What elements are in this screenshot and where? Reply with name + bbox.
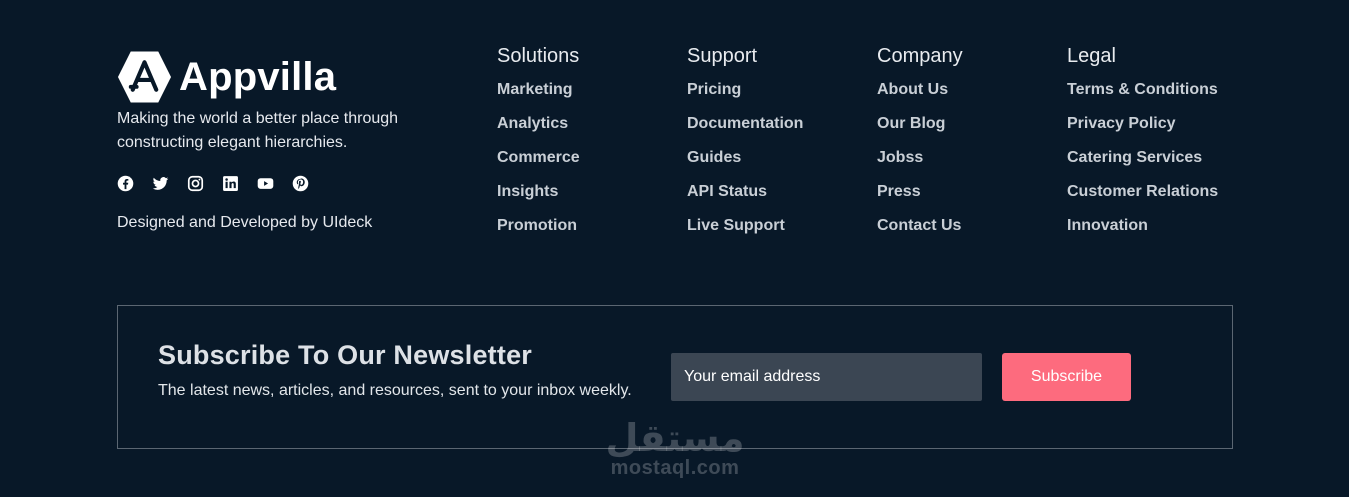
- facebook-icon[interactable]: [117, 175, 134, 192]
- newsletter-subtitle: The latest news, articles, and resources…: [158, 382, 632, 399]
- footer-link-innovation[interactable]: Innovation: [1067, 217, 1148, 235]
- instagram-icon[interactable]: [187, 175, 204, 192]
- watermark-latin: mostaql.com: [610, 457, 740, 479]
- footer-link-marketing[interactable]: Marketing: [497, 81, 573, 99]
- footer-link-live-support[interactable]: Live Support: [687, 217, 785, 235]
- column-heading: Legal: [1067, 45, 1116, 67]
- footer-column-legal: Legal Terms & Conditions Privacy Policy …: [1067, 44, 1247, 251]
- subscribe-button[interactable]: Subscribe: [1002, 353, 1131, 401]
- email-field[interactable]: [671, 353, 982, 401]
- footer-link-promotion[interactable]: Promotion: [497, 217, 577, 235]
- footer-link-pricing[interactable]: Pricing: [687, 81, 741, 99]
- footer-link-privacy-policy[interactable]: Privacy Policy: [1067, 115, 1176, 133]
- pinterest-icon[interactable]: [292, 175, 309, 192]
- footer-link-terms[interactable]: Terms & Conditions: [1067, 81, 1218, 99]
- footer-link-press[interactable]: Press: [877, 183, 921, 201]
- footer-link-catering-services[interactable]: Catering Services: [1067, 149, 1202, 167]
- footer-link-contact-us[interactable]: Contact Us: [877, 217, 961, 235]
- footer-link-documentation[interactable]: Documentation: [687, 115, 803, 133]
- column-heading: Company: [877, 45, 963, 67]
- watermark: مستقل mostaql.com: [604, 418, 746, 488]
- appvilla-logo-icon: [117, 51, 172, 103]
- footer-column-company: Company About Us Our Blog Jobss Press Co…: [877, 44, 1057, 251]
- footer-link-commerce[interactable]: Commerce: [497, 149, 580, 167]
- footer-link-our-blog[interactable]: Our Blog: [877, 115, 945, 133]
- credit-text: Designed and Developed by UIdeck: [117, 214, 373, 231]
- brand-name: Appvilla: [179, 55, 337, 99]
- footer-link-jobs[interactable]: Jobss: [877, 149, 923, 167]
- linkedin-icon[interactable]: [222, 175, 239, 192]
- site-footer: Appvilla Making the world a better place…: [0, 0, 1349, 497]
- brand-tagline: Making the world a better place through …: [117, 110, 399, 151]
- footer-link-analytics[interactable]: Analytics: [497, 115, 568, 133]
- footer-column-support: Support Pricing Documentation Guides API…: [687, 44, 867, 251]
- social-links: [117, 174, 447, 192]
- youtube-icon[interactable]: [257, 175, 274, 192]
- logo[interactable]: Appvilla: [117, 50, 447, 104]
- column-heading: Solutions: [497, 45, 580, 67]
- footer-link-insights[interactable]: Insights: [497, 183, 558, 201]
- footer-link-guides[interactable]: Guides: [687, 149, 741, 167]
- column-heading: Support: [687, 45, 758, 67]
- footer-link-customer-relations[interactable]: Customer Relations: [1067, 183, 1218, 201]
- brand-column: Appvilla Making the world a better place…: [117, 50, 447, 232]
- footer-link-about-us[interactable]: About Us: [877, 81, 948, 99]
- footer-column-solutions: Solutions Marketing Analytics Commerce I…: [497, 44, 677, 251]
- twitter-icon[interactable]: [152, 175, 169, 192]
- newsletter-title: Subscribe To Our Newsletter: [158, 340, 532, 370]
- footer-link-api-status[interactable]: API Status: [687, 183, 767, 201]
- watermark-arabic: مستقل: [605, 416, 745, 460]
